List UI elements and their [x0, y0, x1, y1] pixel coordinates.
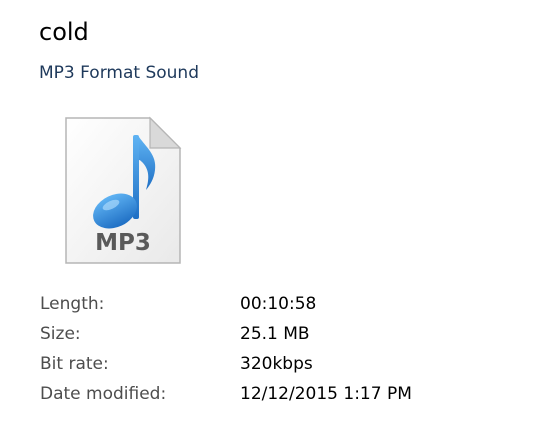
mp3-file-icon: MP3 [60, 113, 186, 268]
mp3-badge-label: MP3 [95, 230, 151, 256]
size-label: Size: [40, 324, 81, 344]
date-modified-value: 12/12/2015 1:17 PM [240, 384, 412, 404]
date-modified-label: Date modified: [40, 384, 167, 404]
length-label: Length: [40, 294, 105, 314]
bit-rate-value: 320kbps [240, 354, 313, 374]
size-value: 25.1 MB [240, 324, 310, 344]
file-type: MP3 Format Sound [39, 63, 199, 83]
bit-rate-label: Bit rate: [40, 354, 109, 374]
length-value: 00:10:58 [240, 294, 317, 314]
file-name: cold [39, 18, 89, 46]
